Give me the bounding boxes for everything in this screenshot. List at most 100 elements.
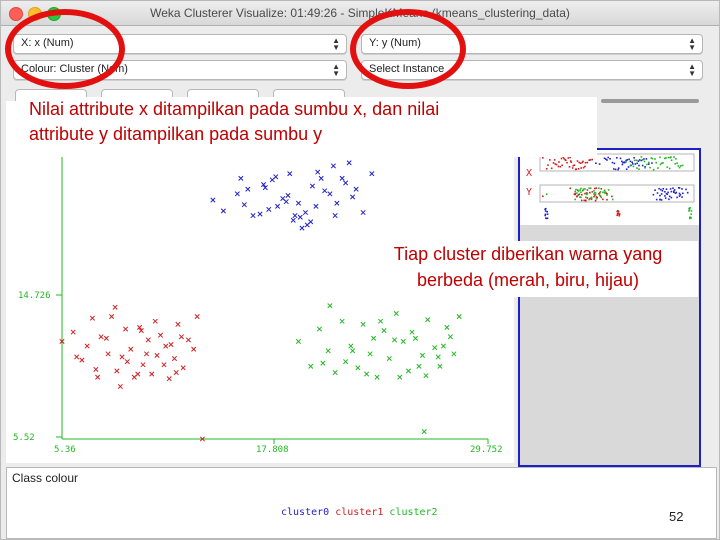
data-point-cluster2[interactable] [325,348,331,354]
data-point-cluster0[interactable] [302,209,309,216]
data-point-cluster0[interactable] [292,213,298,219]
data-point-cluster1[interactable] [163,343,169,349]
data-point-cluster2[interactable] [419,352,426,358]
jitter-slider[interactable] [601,99,699,103]
data-point-cluster1[interactable] [109,314,115,320]
data-point-cluster1[interactable] [79,357,85,363]
data-point-cluster0[interactable] [318,175,324,181]
data-point-cluster0[interactable] [309,183,315,189]
data-point-cluster2[interactable] [381,328,387,334]
data-point-cluster0[interactable] [250,213,256,219]
data-point-cluster2[interactable] [412,335,419,341]
legend-cluster0[interactable]: cluster0 [281,507,329,518]
legend-cluster1[interactable]: cluster1 [335,507,383,518]
data-point-cluster0[interactable] [274,203,281,209]
data-point-cluster1[interactable] [70,329,76,335]
data-point-cluster1[interactable] [166,376,172,382]
data-point-cluster2[interactable] [425,317,431,323]
data-point-cluster1[interactable] [135,371,141,377]
data-point-cluster2[interactable] [421,428,427,435]
data-point-cluster2[interactable] [320,360,326,366]
data-point-cluster0[interactable] [346,160,352,166]
data-point-cluster2[interactable] [360,321,366,327]
data-point-cluster1[interactable] [185,337,191,343]
data-point-cluster0[interactable] [234,191,240,197]
data-point-cluster2[interactable] [444,324,450,331]
data-point-cluster0[interactable] [297,214,303,220]
data-point-cluster1[interactable] [84,343,90,349]
data-point-cluster2[interactable] [386,355,392,362]
data-point-cluster0[interactable] [353,186,359,192]
data-point-cluster1[interactable] [194,314,200,320]
data-point-cluster1[interactable] [105,351,111,357]
data-point-cluster1[interactable] [117,383,123,390]
data-point-cluster0[interactable] [220,208,226,214]
data-point-cluster1[interactable] [123,326,129,332]
data-point-cluster1[interactable] [178,334,185,340]
data-point-cluster2[interactable] [367,351,373,357]
data-point-cluster1[interactable] [191,346,197,352]
data-point-cluster2[interactable] [364,371,370,377]
data-point-cluster2[interactable] [447,334,453,340]
data-point-cluster2[interactable] [456,314,462,320]
data-point-cluster1[interactable] [152,318,158,324]
data-point-cluster2[interactable] [440,343,446,349]
data-point-cluster0[interactable] [322,188,328,194]
data-point-cluster0[interactable] [285,192,291,198]
data-point-cluster2[interactable] [432,345,438,351]
data-point-cluster0[interactable] [332,213,338,219]
data-point-cluster1[interactable] [175,321,181,327]
data-point-cluster2[interactable] [391,337,398,343]
data-point-cluster2[interactable] [416,363,422,369]
data-point-cluster0[interactable] [369,171,375,177]
data-point-cluster2[interactable] [378,318,384,324]
data-point-cluster0[interactable] [334,200,340,206]
data-point-cluster0[interactable] [273,174,279,180]
data-point-cluster2[interactable] [355,365,361,371]
data-point-cluster0[interactable] [241,202,247,208]
data-point-cluster0[interactable] [257,211,263,217]
data-point-cluster1[interactable] [161,362,167,368]
data-point-cluster1[interactable] [149,371,155,377]
data-point-cluster1[interactable] [95,374,101,380]
data-point-cluster0[interactable] [313,203,319,209]
data-point-cluster0[interactable] [343,180,349,186]
data-point-cluster1[interactable] [154,352,160,358]
data-point-cluster2[interactable] [371,335,377,341]
data-point-cluster2[interactable] [405,368,412,374]
data-point-cluster2[interactable] [400,338,406,344]
data-point-cluster2[interactable] [308,363,314,369]
data-point-cluster2[interactable] [397,374,403,380]
legend-cluster2[interactable]: cluster2 [389,507,437,518]
data-point-cluster2[interactable] [295,338,302,344]
data-point-cluster2[interactable] [327,303,333,309]
data-point-cluster0[interactable] [245,186,251,192]
data-point-cluster0[interactable] [283,199,289,205]
data-point-cluster0[interactable] [287,171,293,177]
data-point-cluster0[interactable] [315,169,321,175]
data-point-cluster2[interactable] [437,363,443,369]
data-point-cluster1[interactable] [180,365,186,371]
data-point-cluster1[interactable] [98,334,104,340]
data-point-cluster0[interactable] [295,200,302,206]
data-point-cluster1[interactable] [140,362,146,368]
data-point-cluster0[interactable] [290,217,296,223]
data-point-cluster2[interactable] [316,326,322,332]
data-point-cluster2[interactable] [339,318,345,324]
data-point-cluster2[interactable] [350,348,356,354]
data-point-cluster1[interactable] [93,366,99,372]
data-point-cluster0[interactable] [308,219,314,225]
data-point-cluster1[interactable] [143,351,150,357]
data-point-cluster1[interactable] [89,315,95,321]
data-point-cluster2[interactable] [409,329,415,335]
data-point-cluster2[interactable] [374,374,380,380]
data-point-cluster2[interactable] [435,354,441,360]
data-point-cluster2[interactable] [343,359,349,365]
data-point-cluster1[interactable] [112,304,118,310]
data-point-cluster0[interactable] [299,225,305,231]
data-point-cluster2[interactable] [451,351,457,357]
data-point-cluster2[interactable] [423,373,429,379]
data-point-cluster1[interactable] [145,337,151,343]
data-point-cluster0[interactable] [330,163,336,169]
data-point-cluster0[interactable] [327,191,333,197]
